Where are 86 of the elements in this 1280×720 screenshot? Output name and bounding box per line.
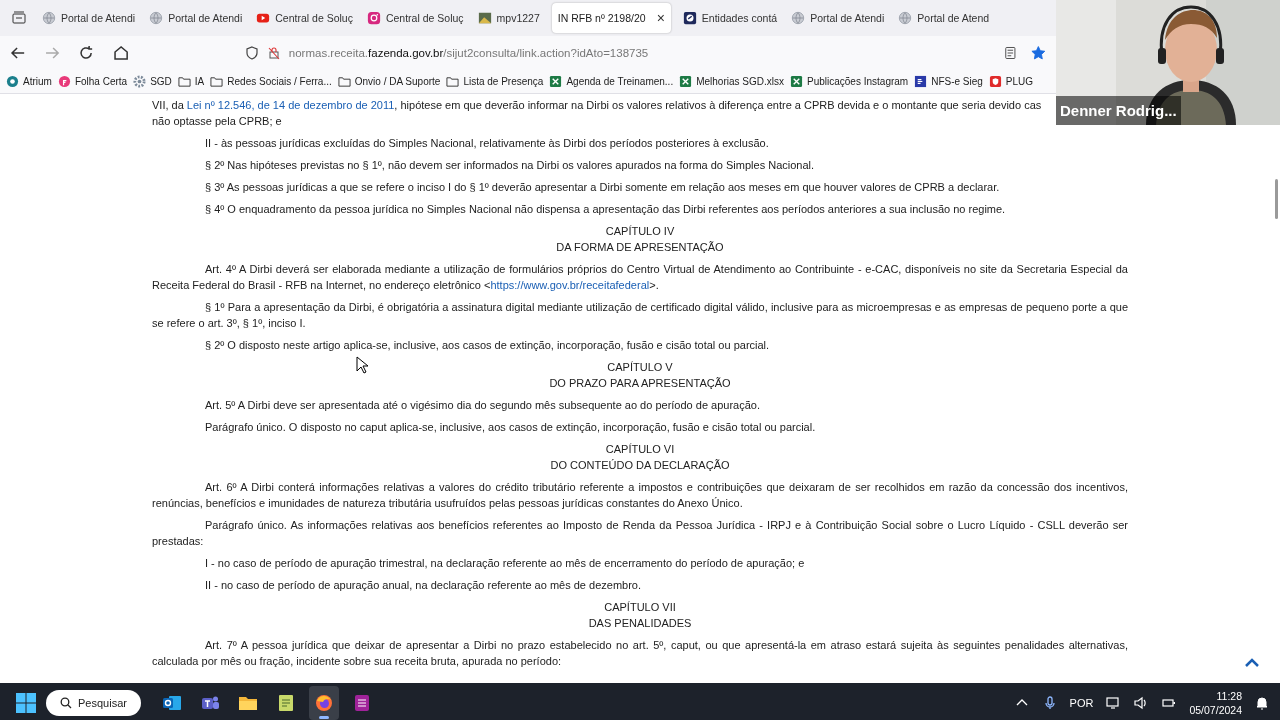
browser-tab[interactable]: Central de Soluç (250, 3, 359, 33)
globe-icon (149, 11, 164, 25)
browser-tab[interactable]: Portal de Atendi (36, 3, 142, 33)
paragraph: § 1º Para a apresentação da Dirbi, é obrigatória a assinatura digital mediante utilização de certificado digital válido, inclusive para as microempresas e as empresas de pequeno porte a que se refere o art. 3º, § 1º, inciso I. (152, 300, 1128, 331)
paragraph: Parágrafo único. O disposto no caput aplica-se, inclusive, aos casos de extinção, incorporação, fusão e cisão total ou parcial. (204, 420, 817, 435)
mail-icon (161, 693, 182, 713)
chapter-heading: DA FORMA DE APRESENTAÇÃO (556, 240, 724, 255)
chapter-heading: DO PRAZO PARA APRESENTAÇÃO (549, 376, 731, 391)
spreadsheet-icon (549, 75, 563, 88)
bookmark-item[interactable]: Melhorias SGD.xlsx (679, 75, 784, 88)
bookmark-item[interactable]: PLUG (988, 75, 1034, 88)
paragraph: Parágrafo único. As informações relativas aos benefícios referentes ao Imposto de Renda da Pessoa Jurídica - IRPJ e à Contribuição Social sobre o Lucro Líquido - CSLL deverão ser prestadas: (152, 518, 1128, 549)
bookmark-item[interactable]: Publicações Instagram (790, 75, 909, 88)
spreadsheet-icon (679, 75, 693, 88)
browser-tab[interactable]: Portal de Atend (892, 3, 996, 33)
bookmark-item[interactable]: Agenda de Treinamen... (549, 75, 674, 88)
bookmark-item[interactable]: Redes Sociais / Ferra... (210, 75, 332, 88)
chapter-heading: DO CONTEÚDO DA DECLARAÇÃO (550, 458, 730, 473)
paragraph: Art. 7º A pessoa jurídica que deixar de apresentar a Dirbi no prazo estabelecido no art. 5º, caput, ou que apresentá-la em atraso estará sujeita às seguintes penalidades alternativas, calculada por mês ou fração, incidente sobre sua receita bruta, apurada no período: (152, 638, 1128, 669)
paragraph: § 2º O disposto neste artigo aplica-se, inclusive, aos casos de extinção, incorporação, fusão e cisão total ou parcial. (204, 338, 771, 353)
browser-tab[interactable]: Central de Soluç (360, 3, 470, 33)
cursor-icon (356, 356, 368, 374)
bookmark-item[interactable]: Onvio / DA Suporte (337, 75, 441, 88)
folder-icon (210, 75, 224, 88)
browser-icon (313, 693, 334, 713)
search-field[interactable]: Pesquisar (46, 690, 141, 716)
folder-icon (177, 75, 191, 88)
bookmark-item[interactable]: Lista de Presença (446, 75, 544, 88)
shield-icon[interactable] (244, 46, 259, 60)
paragraph: § 3º As pessoas jurídicas a que se refere o inciso I do § 1º deverão apresentar a Dirbi somente em relação aos meses em que houver valores de CPRB a declarar. (204, 180, 1001, 195)
paragraph: § 2º Nas hipóteses previstas no § 1º, não devem ser informados na Dirbi os valores apurados na forma do Simples Nacional. (204, 158, 816, 173)
paragraph: II - às pessoas jurídicas excluídas do Simples Nacional, relativamente às Dirbi dos períodos posteriores à exclusão. (204, 136, 770, 151)
bookmark-item[interactable]: Folha Certa (57, 75, 128, 88)
circle-icon (57, 75, 71, 88)
shield-icon (988, 75, 1002, 88)
image-icon (477, 11, 492, 25)
globe-icon (42, 11, 56, 25)
paragraph: § 4º O enquadramento da pessoa jurídica no Simples Nacional não dispensa a apresentação das Dirbi referentes aos períodos anteriores a sua inclusão no regime. (204, 202, 1007, 217)
paragraph: Art. 5º A Dirbi deve ser apresentada até o vigésimo dia do segundo mês subsequente ao do período de apuração. (204, 398, 761, 413)
address-field[interactable]: normas.receita.fazenda.gov.br/sijut2consulta/link.action?idAto=138735 (288, 47, 649, 59)
browser-tab[interactable]: Portal de Atendi (785, 3, 891, 33)
tab-list-icon[interactable] (11, 10, 27, 26)
lock-icon[interactable] (266, 46, 281, 60)
gear-icon (133, 75, 147, 88)
globe-icon (791, 11, 806, 25)
globe-icon (898, 11, 913, 25)
browser-tab[interactable]: IN RFB nº 2198/20 × (551, 3, 671, 33)
reader-view-icon[interactable] (1002, 45, 1018, 61)
language-indicator[interactable]: POR (1069, 697, 1094, 709)
windows-icon[interactable] (14, 691, 38, 715)
spreadsheet-icon (790, 75, 803, 88)
taskbar-app[interactable] (308, 686, 339, 720)
paragraph: não optasse pela CPRB; e (152, 114, 283, 129)
clock-time[interactable]: 11:28 (1216, 689, 1242, 703)
play-icon (256, 11, 271, 25)
close-tab-button[interactable]: × (656, 10, 665, 26)
paragraph: Art. 4º A Dirbi deverá ser elaborada mediante a utilização de formulários próprios do Centro Virtual de Atendimento ao Contribuinte - e-CAC, disponíveis no site da Secretaria Especial da Receita Federal do Brasil - RFB na Internet, no endereço eletrônico <https://www.gov.br/receitafederal>. (152, 262, 1128, 293)
bookmark-item[interactable]: Atrium (6, 75, 52, 88)
browser-tab[interactable]: Portal de Atendi (143, 3, 249, 33)
chapter-heading: CAPÍTULO VII (604, 600, 676, 615)
document-icon (914, 75, 928, 88)
bookmark-item[interactable]: NFS-e Sieg (914, 75, 983, 88)
chapter-heading: CAPÍTULO IV (605, 224, 675, 239)
search-icon (60, 697, 72, 709)
star-icon[interactable] (1031, 45, 1046, 61)
paragraph: Art. 6º A Dirbi conterá informações relativas a valores do crédito tributário referente a impostos e contribuições que deixaram de ser recolhidos em razão da concessão dos incentivos, renúncias, benefícios e imunidades de natureza tributária usufruídos pelas pessoas jurídicas constantes do Anexo Único. (152, 480, 1128, 511)
document-icon (682, 11, 697, 25)
browser-tab[interactable]: mpv1227 (471, 3, 546, 33)
chapter-heading: CAPÍTULO V (607, 360, 673, 375)
bookmark-item[interactable]: SGD (133, 75, 172, 88)
link[interactable]: https://www.gov.br/receitafederal (490, 279, 650, 291)
paragraph: I - no caso de período de apuração trimestral, na declaração referente ao mês de encerramento do período de apuração; e (204, 556, 806, 571)
participant-name: Denner Rodrig... (1056, 96, 1181, 125)
browser-tab[interactable]: Entidades contá (676, 3, 784, 33)
scrollbar[interactable] (1275, 179, 1278, 219)
folder-icon (337, 75, 351, 88)
site-icon (6, 75, 19, 88)
paragraph: II - no caso de período de apuração anual, na declaração referente ao mês de dezembro. (204, 578, 642, 593)
clock-date[interactable]: 05/07/2024 (1189, 703, 1242, 717)
network-icon[interactable] (1105, 695, 1122, 711)
chapter-heading: CAPÍTULO VI (605, 442, 675, 457)
bookmark-item[interactable]: IA (177, 75, 205, 88)
chapter-heading: DAS PENALIDADES (588, 616, 692, 631)
folder-icon (446, 75, 460, 88)
camera-icon (366, 11, 381, 25)
bell-icon[interactable] (1254, 695, 1270, 711)
